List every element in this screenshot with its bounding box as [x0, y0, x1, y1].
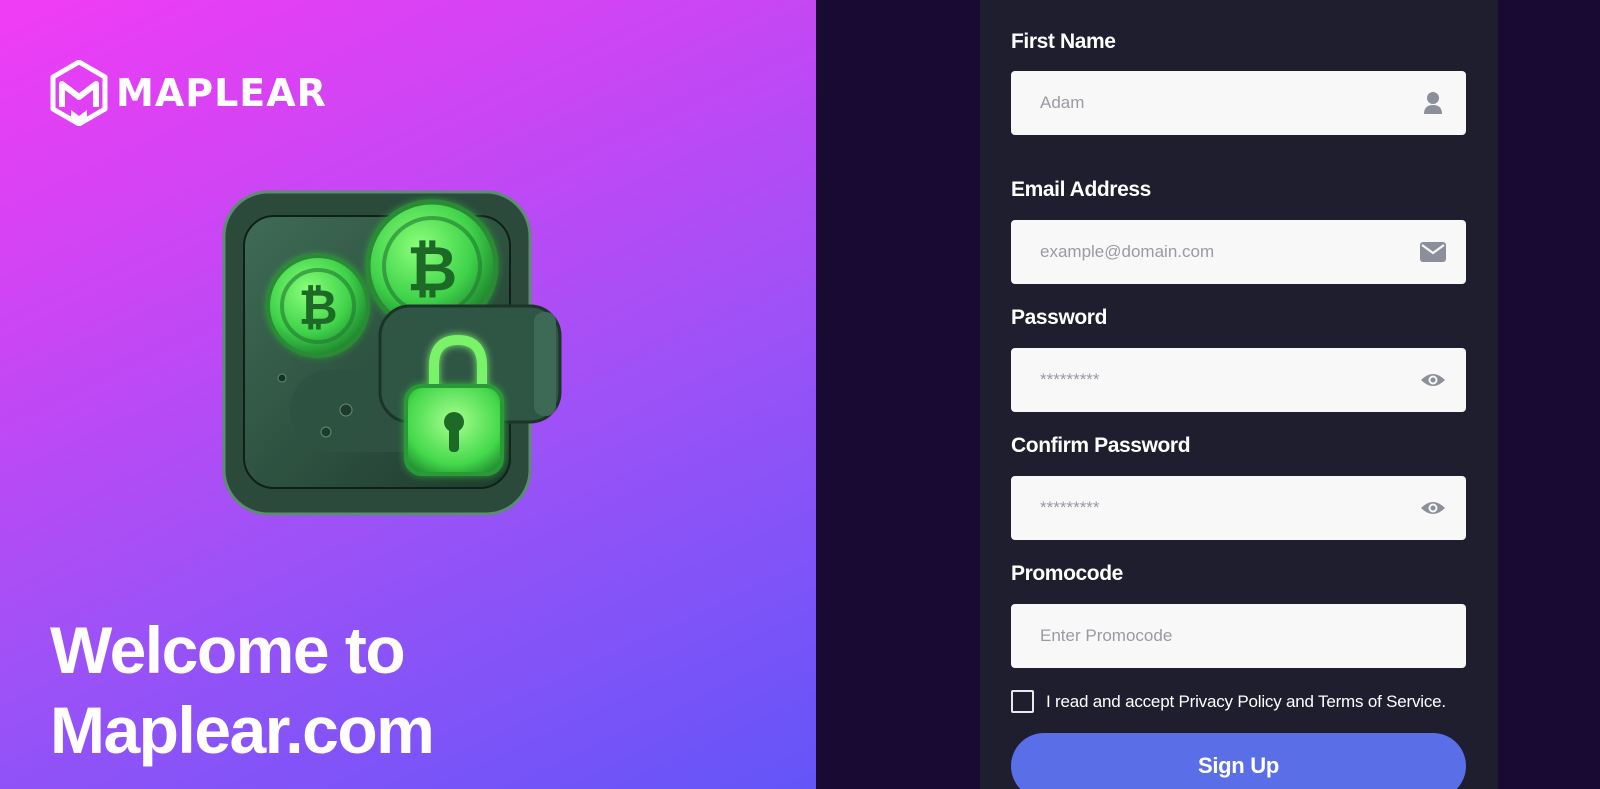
- email-label: Email Address: [1011, 178, 1151, 201]
- maplear-logo-icon: [50, 60, 108, 126]
- password-input[interactable]: [1040, 370, 1420, 390]
- terms-of-service-link[interactable]: Terms of Service: [1318, 692, 1442, 711]
- confirm-password-field[interactable]: [1011, 476, 1466, 540]
- brand-logo[interactable]: MAPLEAR: [50, 60, 327, 126]
- confirm-password-label: Confirm Password: [1011, 434, 1191, 457]
- promocode-field[interactable]: [1011, 604, 1466, 668]
- welcome-line-2: Maplear.com: [50, 693, 435, 767]
- user-icon: [1420, 90, 1446, 116]
- terms-suffix: .: [1441, 691, 1446, 711]
- email-input[interactable]: [1040, 242, 1420, 262]
- svg-text:₿: ₿: [407, 232, 458, 305]
- wallet-lock-illustration: ₿ ₿: [222, 190, 562, 516]
- first-name-label: First Name: [1011, 30, 1116, 53]
- eye-icon[interactable]: [1420, 367, 1446, 393]
- email-field[interactable]: [1011, 220, 1466, 284]
- terms-row: I read and accept Privacy Policy and Ter…: [1011, 690, 1446, 713]
- first-name-field[interactable]: [1011, 71, 1466, 135]
- first-name-input[interactable]: [1040, 93, 1420, 113]
- sign-up-button[interactable]: Sign Up: [1011, 733, 1466, 789]
- promocode-input[interactable]: [1040, 626, 1446, 646]
- welcome-line-1: Welcome to: [50, 613, 406, 687]
- brand-name: MAPLEAR: [116, 71, 327, 115]
- svg-text:₿: ₿: [298, 280, 337, 336]
- terms-text: I read and accept Privacy Policy and Ter…: [1046, 692, 1446, 712]
- envelope-icon: [1420, 239, 1446, 265]
- welcome-heading: Welcome to Maplear.com: [50, 610, 435, 770]
- confirm-password-input[interactable]: [1040, 498, 1420, 518]
- password-field[interactable]: [1011, 348, 1466, 412]
- privacy-policy-link[interactable]: Privacy Policy: [1179, 692, 1282, 711]
- terms-prefix: I read and accept: [1046, 691, 1179, 711]
- terms-middle: and: [1281, 691, 1319, 711]
- terms-checkbox[interactable]: [1011, 690, 1034, 713]
- password-label: Password: [1011, 306, 1108, 329]
- promo-panel: MAPLEAR ₿ ₿ Welcome to Maplear.com: [0, 0, 816, 789]
- eye-icon[interactable]: [1420, 495, 1446, 521]
- promocode-label: Promocode: [1011, 562, 1123, 585]
